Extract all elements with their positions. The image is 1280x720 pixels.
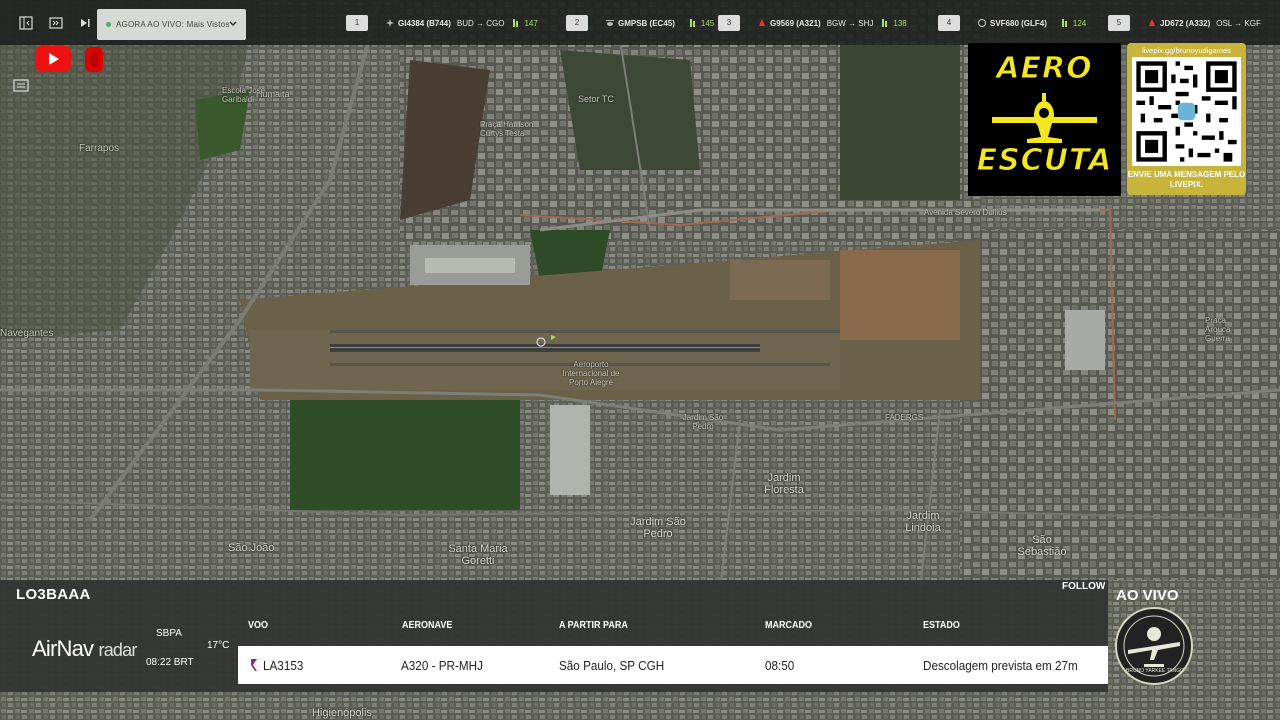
chevron-down-icon [229, 21, 237, 27]
map-label: Farrapos [79, 143, 120, 154]
ticker-rank: 2 [566, 15, 588, 31]
ticker-route: BGW → SHJ [826, 18, 874, 28]
follow-button[interactable]: FOLLOW [1062, 581, 1105, 592]
map-label: Jardim Floresta [764, 472, 804, 496]
column-header-destino: A PARTIR PARA [559, 620, 628, 631]
livepix-qr-card[interactable]: livepix.gg/brunoyudigames ENVIE UMA MENS… [1127, 43, 1246, 195]
ticker-rank: 5 [1108, 15, 1130, 31]
viewers-icon [513, 19, 519, 27]
helicopter-icon [606, 20, 614, 26]
map-label: São Sebastião [1017, 534, 1067, 558]
livepix-url: livepix.gg/brunoyudigames [1142, 46, 1231, 55]
ticker-item[interactable]: 5 JD672 (A332) OSL → KGF [1108, 15, 1269, 31]
temperature: 17°C [207, 640, 230, 651]
channel-badge-icon [1115, 607, 1193, 685]
map-label-airport: Aeroporto Internacional de Porto Alegre [562, 360, 620, 387]
map-label: Jardim São Pedro [682, 413, 724, 431]
airline-logo-icon [978, 19, 986, 27]
map-label: Praça Arouca Guerra [1205, 316, 1231, 343]
map-label: Setor TC [578, 94, 614, 104]
row-status: Descolagem prevista em 27m [923, 658, 1078, 673]
play-next-icon[interactable] [78, 16, 92, 30]
ticker-item[interactable]: 1 GI4384 (B744) BUD → CGO 147 [346, 15, 538, 31]
aero-logo-bottom: ESCUTA [976, 143, 1113, 179]
map-label: FADERGS [885, 413, 924, 422]
row-aircraft: A320 - PR-MHJ [401, 658, 483, 673]
map-label: Jardim São Pedro [630, 516, 686, 540]
viewers-icon [1061, 19, 1067, 27]
map-label: Escola Jose Garibaldi [222, 86, 266, 104]
ticker-flight: JD672 (A332) [1160, 18, 1211, 28]
aero-escuta-logo: AERO ESCUTA [968, 43, 1121, 196]
local-time: 08:22 BRT [146, 657, 194, 668]
collapse-sidebar-icon[interactable] [19, 16, 33, 30]
ticker-rank: 1 [346, 15, 368, 31]
list-icon[interactable] [12, 76, 30, 94]
latam-logo-icon [251, 659, 257, 671]
column-header-marcado: MARCADO [765, 620, 812, 631]
aero-logo-top: AERO [996, 51, 1093, 87]
airline-logo-icon [759, 19, 765, 26]
ticker-flight: SVF680 (GLF4) [990, 18, 1047, 28]
map-label: Avenida Severo Dullius [924, 208, 1007, 217]
ticker-item[interactable]: 4 SVF680 (GLF4) 124 [938, 15, 1086, 31]
viewers-icon [882, 19, 888, 27]
stream-screen: Humaitá Farrapos Escola Jose Garibaldi P… [0, 0, 1280, 720]
airnav-radar-logo: AirNav radar [32, 636, 137, 662]
feed-selector-label: AGORA AO VIVO: Mais Vistos [116, 20, 230, 29]
brand-suffix: radar [98, 640, 138, 660]
fullscreen-icon[interactable] [49, 16, 63, 30]
badge-text: BRUNO YARKEE TANGO [1126, 668, 1184, 674]
ticker-item[interactable]: 3 G9569 (A321) BGW → SHJ 138 [718, 15, 907, 31]
column-header-aeronave: AERONAVE [402, 620, 453, 631]
ticker-rank: 4 [938, 15, 960, 31]
column-header-estado: ESTADO [923, 620, 960, 631]
ticker-flight: GMPSB (EC45) [618, 18, 675, 28]
ticker-route: BUD → CGO [456, 18, 505, 28]
column-header-voo: VOO [248, 620, 269, 631]
airplane-icon [992, 93, 1097, 143]
airline-logo-icon [1149, 19, 1155, 26]
ticker-count: 138 [893, 18, 907, 28]
map-label: Navegantes [0, 328, 54, 339]
ticker-flight: GI4384 (B744) [398, 18, 451, 28]
map-label: São João [228, 542, 275, 554]
livepix-message: ENVIE UMA MENSAGEM PELO LIVEPIX. [1127, 170, 1246, 189]
map-label: Jardim Lindoia [905, 510, 941, 534]
ticker-rank: 3 [718, 15, 740, 31]
callsign: LO3BAAA [16, 586, 91, 603]
ticker-route: OSL → KGF [1216, 18, 1261, 28]
ticker-item[interactable]: 2 GMPSB (EC45) 145 [566, 15, 714, 31]
row-flight: LA3153 [263, 658, 304, 673]
map-label: Higienópolis [312, 707, 372, 719]
viewers-icon [689, 19, 695, 27]
youtube-icon[interactable] [35, 44, 107, 74]
ticker-count: 147 [524, 18, 538, 28]
qr-code-icon [1132, 57, 1241, 166]
ticker-count: 124 [1072, 18, 1087, 28]
airport-code: SBPA [156, 628, 182, 639]
ticker-flight: G9569 (A321) [770, 18, 821, 28]
row-destination: São Paulo, SP CGH [559, 658, 665, 673]
feed-selector[interactable]: AGORA AO VIVO: Mais Vistos [97, 9, 246, 40]
live-label: AO VIVO [1116, 587, 1179, 604]
ticker-count: 145 [700, 18, 715, 28]
brand-name: AirNav [32, 636, 94, 661]
map-label: Praça Harrison Curtys Testa [480, 120, 534, 138]
plane-icon [386, 19, 394, 27]
row-scheduled: 08:50 [765, 658, 795, 673]
map-label: Santa Maria Goretti [448, 543, 508, 567]
live-dot-icon [106, 22, 111, 27]
